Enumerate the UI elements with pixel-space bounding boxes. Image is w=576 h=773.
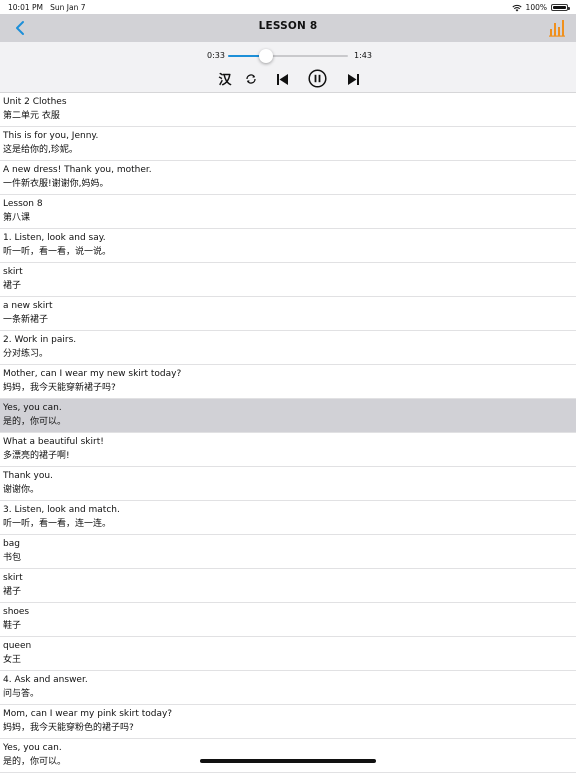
chinese-text: 书包 [3, 553, 22, 563]
english-text: 1. Listen, look and say. [3, 233, 106, 243]
battery-fill [553, 6, 566, 9]
english-text: A new dress! Thank you, mother. [3, 165, 152, 175]
chinese-text: 这是给你的,珍妮。 [3, 145, 78, 155]
english-text: Thank you. [3, 471, 53, 481]
status-bar: 10:01 PM Sun Jan 7 100% [0, 0, 576, 14]
sentence-list: Unit 2 Clothes 第二单元 衣服 This is for you, Je… [0, 93, 576, 773]
list-item[interactable]: Lesson 8 第八课 [0, 195, 576, 229]
audio-player: 0:33 1:43 汉 [0, 42, 576, 93]
list-item[interactable]: bag 书包 [0, 535, 576, 569]
chinese-text: 一条新裙子 [3, 315, 49, 325]
battery-icon [551, 4, 570, 11]
total-time: 1:43 [354, 51, 372, 60]
current-time: 0:33 [207, 51, 225, 60]
list-item[interactable]: A new dress! Thank you, mother. 一件新衣服!谢谢你… [0, 161, 576, 195]
chinese-text: 鞋子 [3, 621, 22, 631]
english-text: a new skirt [3, 301, 53, 311]
status-date: Sun Jan 7 [50, 3, 86, 12]
english-text: What a beautiful skirt! [3, 437, 104, 447]
chinese-text: 问与答。 [3, 689, 40, 699]
english-text: 4. Ask and answer. [3, 675, 88, 685]
status-time: 10:01 PM [8, 3, 43, 12]
pause-button[interactable] [307, 68, 327, 88]
chinese-text: 妈妈，我今天能穿新裙子吗? [3, 383, 116, 393]
list-item[interactable]: skirt 裙子 [0, 263, 576, 297]
chinese-text: 裙子 [3, 281, 22, 291]
list-item[interactable]: 4. Ask and answer. 问与答。 [0, 671, 576, 705]
navigation-bar: LESSON 8 [0, 14, 576, 42]
chinese-text: 听一听，看一看，说一说。 [3, 247, 112, 257]
list-item[interactable]: Mother, can I wear my new skirt today? 妈妈… [0, 365, 576, 399]
english-text: queen [3, 641, 32, 651]
chinese-text: 妈妈，我今天能穿粉色的裙子吗? [3, 723, 134, 733]
repeat-button[interactable] [243, 70, 259, 88]
english-text: shoes [3, 607, 30, 617]
english-text: bag [3, 539, 20, 549]
english-text: Yes, you can. [3, 743, 62, 753]
home-indicator [200, 759, 376, 763]
english-text: skirt [3, 573, 23, 583]
english-text: Unit 2 Clothes [3, 97, 67, 107]
chinese-text: 第八课 [3, 213, 31, 223]
list-item[interactable]: shoes 鞋子 [0, 603, 576, 637]
english-text: Lesson 8 [3, 199, 43, 209]
list-item[interactable]: queen 女王 [0, 637, 576, 671]
list-item[interactable]: What a beautiful skirt! 多漂亮的裙子啊! [0, 433, 576, 467]
audio-bars-icon[interactable] [548, 19, 566, 37]
list-item[interactable]: This is for you, Jenny. 这是给你的,珍妮。 [0, 127, 576, 161]
english-text: Mother, can I wear my new skirt today? [3, 369, 182, 379]
list-item[interactable]: 1. Listen, look and say. 听一听，看一看，说一说。 [0, 229, 576, 263]
repeat-icon [246, 74, 256, 84]
chinese-text: 分对练习。 [3, 349, 49, 359]
chinese-text: 第二单元 衣服 [3, 111, 60, 121]
progress-thumb[interactable] [259, 49, 274, 63]
skip-back-icon [276, 73, 288, 85]
chinese-text: 听一听，看一看，连一连。 [3, 519, 112, 529]
english-text: skirt [3, 267, 23, 277]
list-item[interactable]: 3. Listen, look and match. 听一听，看一看，连一连。 [0, 501, 576, 535]
pause-icon [307, 68, 327, 88]
list-item[interactable]: Thank you. 谢谢你。 [0, 467, 576, 501]
list-item[interactable]: Unit 2 Clothes 第二单元 衣服 [0, 93, 576, 127]
list-item[interactable]: a new skirt 一条新裙子 [0, 297, 576, 331]
chinese-text: 是的，你可以。 [3, 417, 67, 427]
page-title: LESSON 8 [258, 20, 318, 32]
chinese-text: 谢谢你。 [3, 485, 40, 495]
english-text: Yes, you can. [3, 403, 62, 413]
wifi-icon [511, 4, 522, 11]
english-text: This is for you, Jenny. [3, 131, 99, 141]
status-right: 100% [511, 3, 570, 12]
next-button[interactable] [345, 70, 361, 88]
player-controls: 汉 [0, 68, 576, 90]
chinese-text: 多漂亮的裙子啊! [3, 451, 70, 461]
list-item[interactable]: Mom, can I wear my pink skirt today? 妈妈，我… [0, 705, 576, 739]
battery-percent: 100% [525, 3, 547, 12]
english-text: 2. Work in pairs. [3, 335, 77, 345]
chinese-text: 女王 [3, 655, 22, 665]
status-time-date: 10:01 PM Sun Jan 7 [8, 3, 86, 12]
chinese-text: 裙子 [3, 587, 22, 597]
list-item[interactable]: 2. Work in pairs. 分对练习。 [0, 331, 576, 365]
list-item[interactable]: skirt 裙子 [0, 569, 576, 603]
english-text: 3. Listen, look and match. [3, 505, 120, 515]
list-item[interactable]: Yes, you can. 是的，你可以。 [0, 399, 576, 433]
chinese-text: 是的，你可以。 [3, 757, 67, 767]
english-text: Mom, can I wear my pink skirt today? [3, 709, 173, 719]
chinese-text: 一件新衣服!谢谢你,妈妈。 [3, 179, 109, 189]
progress-slider[interactable] [228, 49, 348, 63]
previous-button[interactable] [274, 70, 290, 88]
chinese-toggle-button[interactable]: 汉 [217, 69, 233, 88]
skip-forward-icon [347, 73, 359, 85]
